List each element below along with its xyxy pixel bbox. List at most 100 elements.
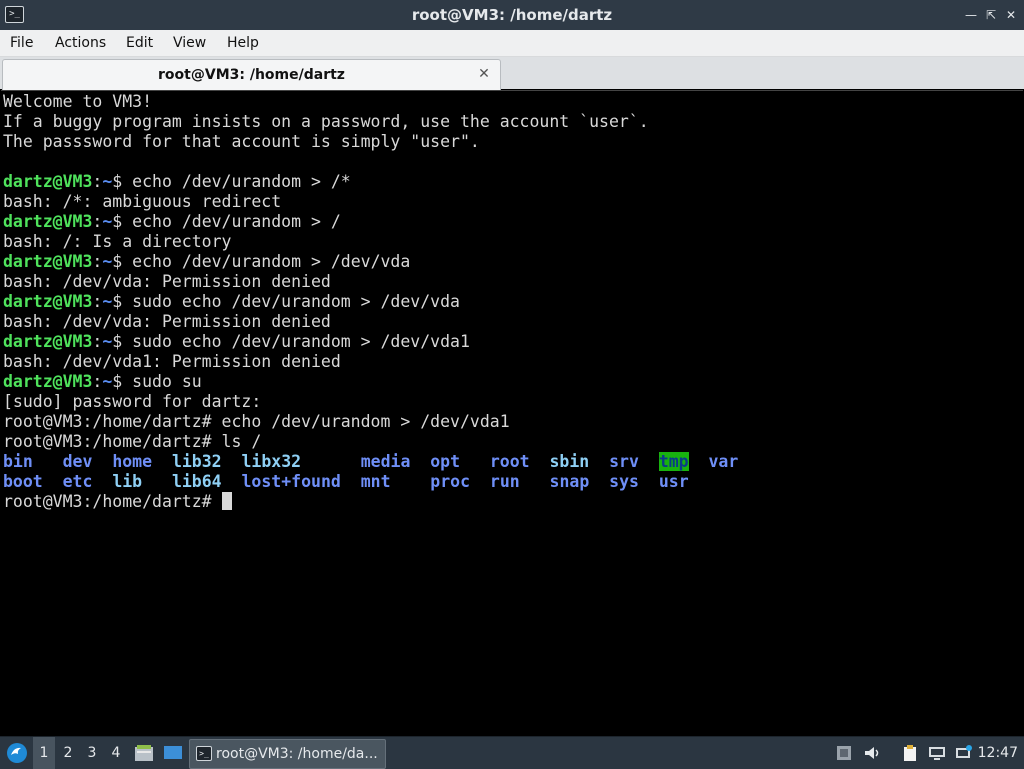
ls-entry: media (360, 452, 411, 471)
terminal-line: root@VM3:/home/dartz# (3, 492, 738, 512)
taskbar: 1 2 3 4 >_ root@VM3: /home/da... 12:47 (0, 736, 1024, 769)
terminal-line: Welcome to VM3! (3, 92, 153, 111)
ls-entry: srv (609, 452, 639, 471)
workspace-1[interactable]: 1 (33, 737, 55, 769)
workspace-4[interactable]: 4 (106, 737, 126, 769)
prompt-user: dartz@VM3 (3, 292, 93, 311)
menu-edit[interactable]: Edit (126, 30, 153, 56)
prompt-symbol: $ (112, 252, 133, 271)
ls-entry: lib64 (171, 472, 222, 491)
lubuntu-start-icon[interactable] (3, 737, 31, 769)
prompt-current: root@VM3:/home/dartz# (3, 492, 222, 511)
update-notifier-icon[interactable] (955, 744, 973, 762)
prompt-separator: : (92, 332, 103, 351)
prompt-path: ~ (102, 212, 113, 231)
menu-file[interactable]: File (10, 30, 33, 56)
prompt-symbol: $ (112, 332, 133, 351)
tab-label: root@VM3: /home/dartz (158, 67, 345, 83)
terminal-line: boot etc lib lib64 lost+found mnt proc r… (3, 472, 738, 492)
prompt-path: ~ (102, 252, 113, 271)
terminal-line: dartz@VM3:~$ echo /dev/urandom > / (3, 212, 738, 232)
prompt-path: ~ (102, 332, 113, 351)
command-text: echo /dev/urandom > /dev/vda (132, 252, 411, 271)
task-label: root@VM3: /home/da... (216, 746, 378, 762)
ls-entry: tmp (658, 452, 689, 471)
terminal-icon: >_ (196, 746, 212, 761)
ls-entry: opt (430, 452, 461, 471)
clock[interactable]: 12:47 (978, 737, 1018, 769)
prompt-user: dartz@VM3 (3, 172, 93, 191)
terminal-line: bash: /: Is a directory (3, 232, 232, 251)
clipboard-icon[interactable] (901, 744, 919, 762)
menu-view[interactable]: View (173, 30, 206, 56)
prompt-path: ~ (102, 172, 113, 191)
ls-entry: var (708, 452, 739, 471)
close-icon[interactable]: ✕ (476, 65, 492, 83)
workspace-3[interactable]: 3 (82, 737, 102, 769)
ls-entry: proc (430, 472, 471, 491)
prompt-path: ~ (102, 292, 113, 311)
command-text: sudo echo /dev/urandom > /dev/vda (132, 292, 460, 311)
ls-entry: lib32 (171, 452, 222, 471)
ls-entry: sbin (549, 452, 590, 471)
terminal-line: bash: /*: ambiguous redirect (3, 192, 282, 211)
text-cursor (221, 492, 232, 510)
prompt-separator: : (92, 172, 103, 191)
terminal-line: dartz@VM3:~$ sudo su (3, 372, 738, 392)
terminal-line: root@VM3:/home/dartz# ls / (3, 432, 262, 451)
ls-entry: root (489, 452, 530, 471)
ls-entry: sys (609, 472, 639, 491)
menu-help[interactable]: Help (227, 30, 259, 56)
prompt-symbol: $ (112, 212, 133, 231)
volume-icon[interactable] (863, 744, 881, 762)
removable-media-icon[interactable] (835, 744, 853, 762)
minimize-icon[interactable]: — (962, 6, 980, 24)
maximize-icon[interactable]: ⇱ (982, 6, 1000, 24)
ls-entry: etc (62, 472, 93, 491)
ls-entry: mnt (360, 472, 391, 491)
terminal-line: dartz@VM3:~$ echo /dev/urandom > /* (3, 172, 738, 192)
ls-entry: usr (658, 472, 689, 491)
prompt-separator: : (92, 212, 103, 231)
terminal-line: dartz@VM3:~$ echo /dev/urandom > /dev/vd… (3, 252, 738, 272)
command-text: sudo echo /dev/urandom > /dev/vda1 (132, 332, 470, 351)
terminal-line: bash: /dev/vda: Permission denied (3, 312, 331, 331)
prompt-separator: : (92, 292, 103, 311)
command-text: echo /dev/urandom > / (132, 212, 341, 231)
terminal-line: dartz@VM3:~$ sudo echo /dev/urandom > /d… (3, 332, 738, 352)
prompt-path: ~ (102, 372, 113, 391)
terminal-line: bash: /dev/vda1: Permission denied (3, 352, 341, 371)
tab-terminal[interactable]: root@VM3: /home/dartz ✕ (2, 59, 501, 90)
menu-actions[interactable]: Actions (55, 30, 106, 56)
workspace-2[interactable]: 2 (58, 737, 78, 769)
ls-entry: dev (62, 452, 93, 471)
prompt-separator: : (92, 252, 103, 271)
command-text: sudo su (132, 372, 202, 391)
taskbar-task-terminal[interactable]: >_ root@VM3: /home/da... (189, 739, 386, 769)
terminal-line: The passsword for that account is simply… (3, 132, 480, 151)
prompt-separator: : (92, 372, 103, 391)
ls-entry: run (489, 472, 520, 491)
ls-entry: lost+found (241, 472, 341, 491)
show-desktop-icon[interactable] (161, 737, 185, 769)
network-icon[interactable] (928, 744, 946, 762)
ls-entry: bin (3, 452, 33, 471)
ls-entry: home (112, 452, 153, 471)
prompt-user: dartz@VM3 (3, 212, 93, 231)
terminal-output: Welcome to VM3! If a buggy program insist… (3, 92, 738, 512)
prompt-user: dartz@VM3 (3, 332, 93, 351)
close-icon[interactable]: ✕ (1002, 6, 1020, 24)
file-manager-icon[interactable] (132, 737, 156, 769)
tab-bar: root@VM3: /home/dartz ✕ (0, 57, 1024, 90)
ls-entry: lib (112, 472, 143, 491)
terminal-line: If a buggy program insists on a password… (3, 112, 649, 131)
prompt-user: dartz@VM3 (3, 252, 93, 271)
terminal-line: [sudo] password for dartz: (3, 392, 262, 411)
menubar: File Actions Edit View Help (0, 30, 1024, 57)
terminal-area[interactable]: Welcome to VM3! If a buggy program insist… (1, 90, 1023, 736)
terminal-line: root@VM3:/home/dartz# echo /dev/urandom … (3, 412, 510, 431)
window-titlebar: >_ root@VM3: /home/dartz — ⇱ ✕ (0, 0, 1024, 30)
terminal-line: dartz@VM3:~$ sudo echo /dev/urandom > /d… (3, 292, 738, 312)
window-title: root@VM3: /home/dartz (411, 6, 613, 24)
